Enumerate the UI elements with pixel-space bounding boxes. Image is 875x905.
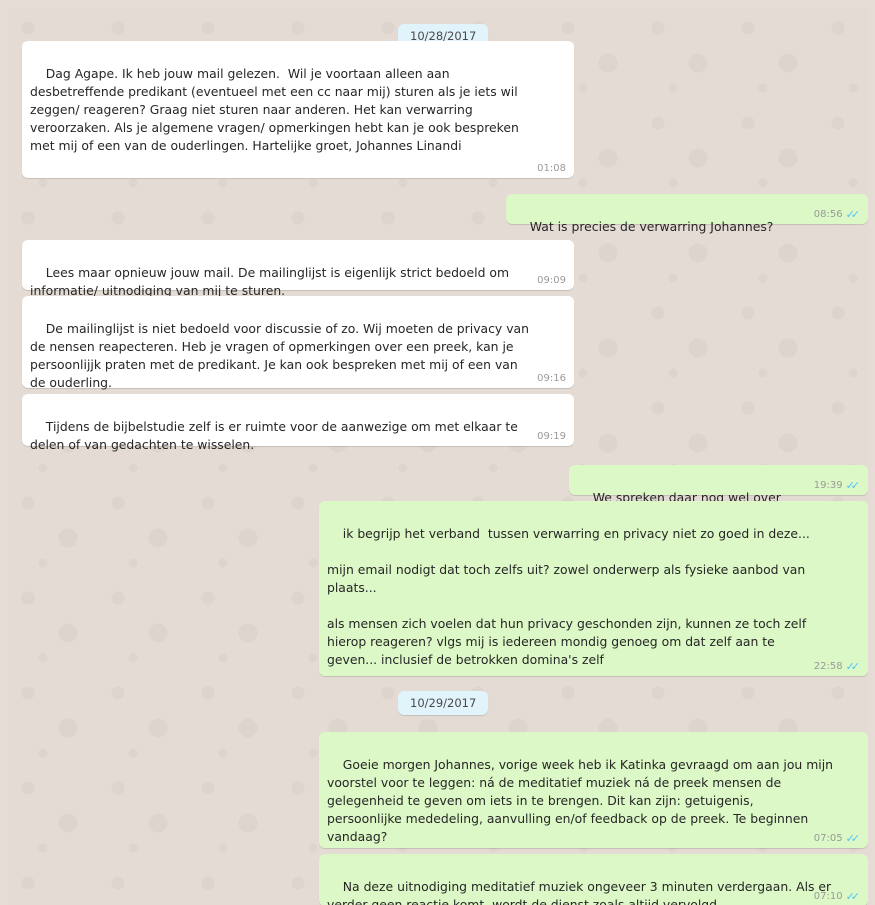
read-receipt-icon: ✓✓: [845, 660, 861, 673]
message-time: 07:05: [813, 833, 843, 844]
message-time: 22:58: [813, 661, 843, 672]
message-time: 07:10: [813, 891, 843, 902]
message-meta: 08:56 ✓✓: [814, 209, 860, 221]
message-meta: 07:10 ✓✓: [814, 891, 860, 903]
message-bubble-outgoing[interactable]: ik begrijp het verband tussen verwarring…: [319, 501, 868, 676]
message-time: 01:08: [537, 163, 566, 174]
message-text: Goeie morgen Johannes, vorige week heb i…: [327, 757, 834, 844]
message-time: 08:56: [813, 209, 843, 220]
message-meta: 09:16: [537, 373, 566, 385]
message-time: 09:16: [537, 373, 566, 384]
message-meta: 09:19: [537, 431, 566, 443]
message-text: Wat is precies de verwarring Johannes?: [529, 219, 774, 234]
message-meta: 01:08: [537, 163, 566, 175]
message-meta: 19:39 ✓✓: [814, 480, 860, 492]
message-bubble-outgoing[interactable]: We spreken daar nog wel over 19:39 ✓✓: [569, 465, 868, 505]
message-meta: 09:09: [537, 275, 566, 287]
message-bubble-incoming[interactable]: Tijdens de bijbelstudie zelf is er ruimt…: [22, 394, 574, 452]
message-bubble-outgoing[interactable]: Na deze uitnodiging meditatief muziek on…: [319, 854, 868, 905]
message-bubble-outgoing[interactable]: Wat is precies de verwarring Johannes? 0…: [506, 194, 868, 234]
message-text: De mailinglijst is niet bedoeld voor dis…: [30, 321, 529, 390]
read-receipt-icon: ✓✓: [845, 832, 861, 845]
message-meta: 07:05 ✓✓: [814, 833, 860, 845]
read-receipt-icon: ✓✓: [845, 890, 861, 903]
message-bubble-outgoing[interactable]: Goeie morgen Johannes, vorige week heb i…: [319, 732, 868, 848]
message-text: Na deze uitnodiging meditatief muziek on…: [327, 879, 832, 905]
message-meta: 22:58 ✓✓: [814, 661, 860, 673]
message-text: Lees maar opnieuw jouw mail. De mailingl…: [30, 265, 510, 298]
message-text: ik begrijp het verband tussen verwarring…: [327, 526, 810, 667]
message-text: Dag Agape. Ik heb jouw mail gelezen. Wil…: [30, 66, 519, 153]
date-separator: 10/29/2017: [398, 691, 489, 715]
message-bubble-incoming[interactable]: De mailinglijst is niet bedoeld voor dis…: [22, 296, 574, 390]
read-receipt-icon: ✓✓: [845, 479, 861, 492]
chat-panel[interactable]: 10/28/2017 Dag Agape. Ik heb jouw mail g…: [8, 8, 868, 905]
message-bubble-incoming[interactable]: Lees maar opnieuw jouw mail. De mailingl…: [22, 240, 574, 298]
message-time: 19:39: [813, 480, 843, 491]
message-time: 09:19: [537, 431, 566, 442]
message-text: Tijdens de bijbelstudie zelf is er ruimt…: [30, 419, 518, 452]
message-time: 09:09: [537, 275, 566, 286]
read-receipt-icon: ✓✓: [845, 208, 861, 221]
message-bubble-incoming[interactable]: Dag Agape. Ik heb jouw mail gelezen. Wil…: [22, 41, 574, 178]
